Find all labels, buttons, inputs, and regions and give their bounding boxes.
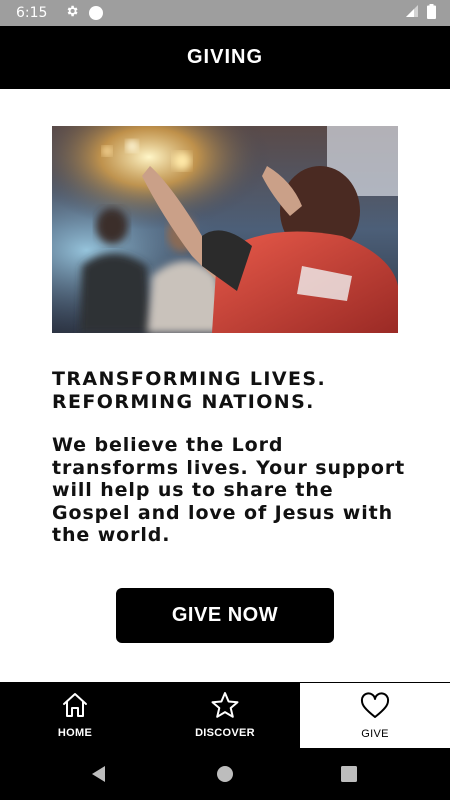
gear-icon: [65, 4, 79, 22]
hero-image: [52, 126, 398, 333]
nav-item-discover[interactable]: DISCOVER: [150, 682, 300, 748]
nav-item-give[interactable]: GIVE: [300, 682, 450, 748]
circle-icon: [89, 6, 104, 20]
home-circle-icon[interactable]: [217, 766, 233, 786]
headline: TRANSFORMING LIVES. REFORMING NATIONS.: [52, 368, 327, 413]
status-time: 6:15: [16, 5, 48, 21]
bottom-nav: HOME DISCOVER GIVE: [0, 682, 450, 748]
star-icon: [210, 691, 240, 727]
heart-icon: [360, 692, 390, 728]
nav-label-discover: DISCOVER: [195, 727, 255, 739]
nav-item-home[interactable]: HOME: [0, 682, 150, 748]
status-bar: 6:15: [0, 0, 450, 26]
home-icon: [60, 691, 90, 727]
give-now-button[interactable]: GIVE NOW: [116, 588, 334, 643]
signal-icon: [405, 4, 419, 22]
app-bar: GIVING: [0, 26, 450, 89]
nav-label-home: HOME: [57, 727, 93, 739]
nav-label-give: GIVE: [361, 727, 389, 740]
back-icon[interactable]: [90, 765, 108, 787]
page-title: GIVING: [186, 46, 263, 68]
body-text: We believe the Lord transforms lives. Yo…: [52, 434, 406, 546]
system-nav-bar: [0, 748, 450, 800]
battery-icon: [427, 3, 436, 23]
recents-icon[interactable]: [341, 766, 357, 786]
